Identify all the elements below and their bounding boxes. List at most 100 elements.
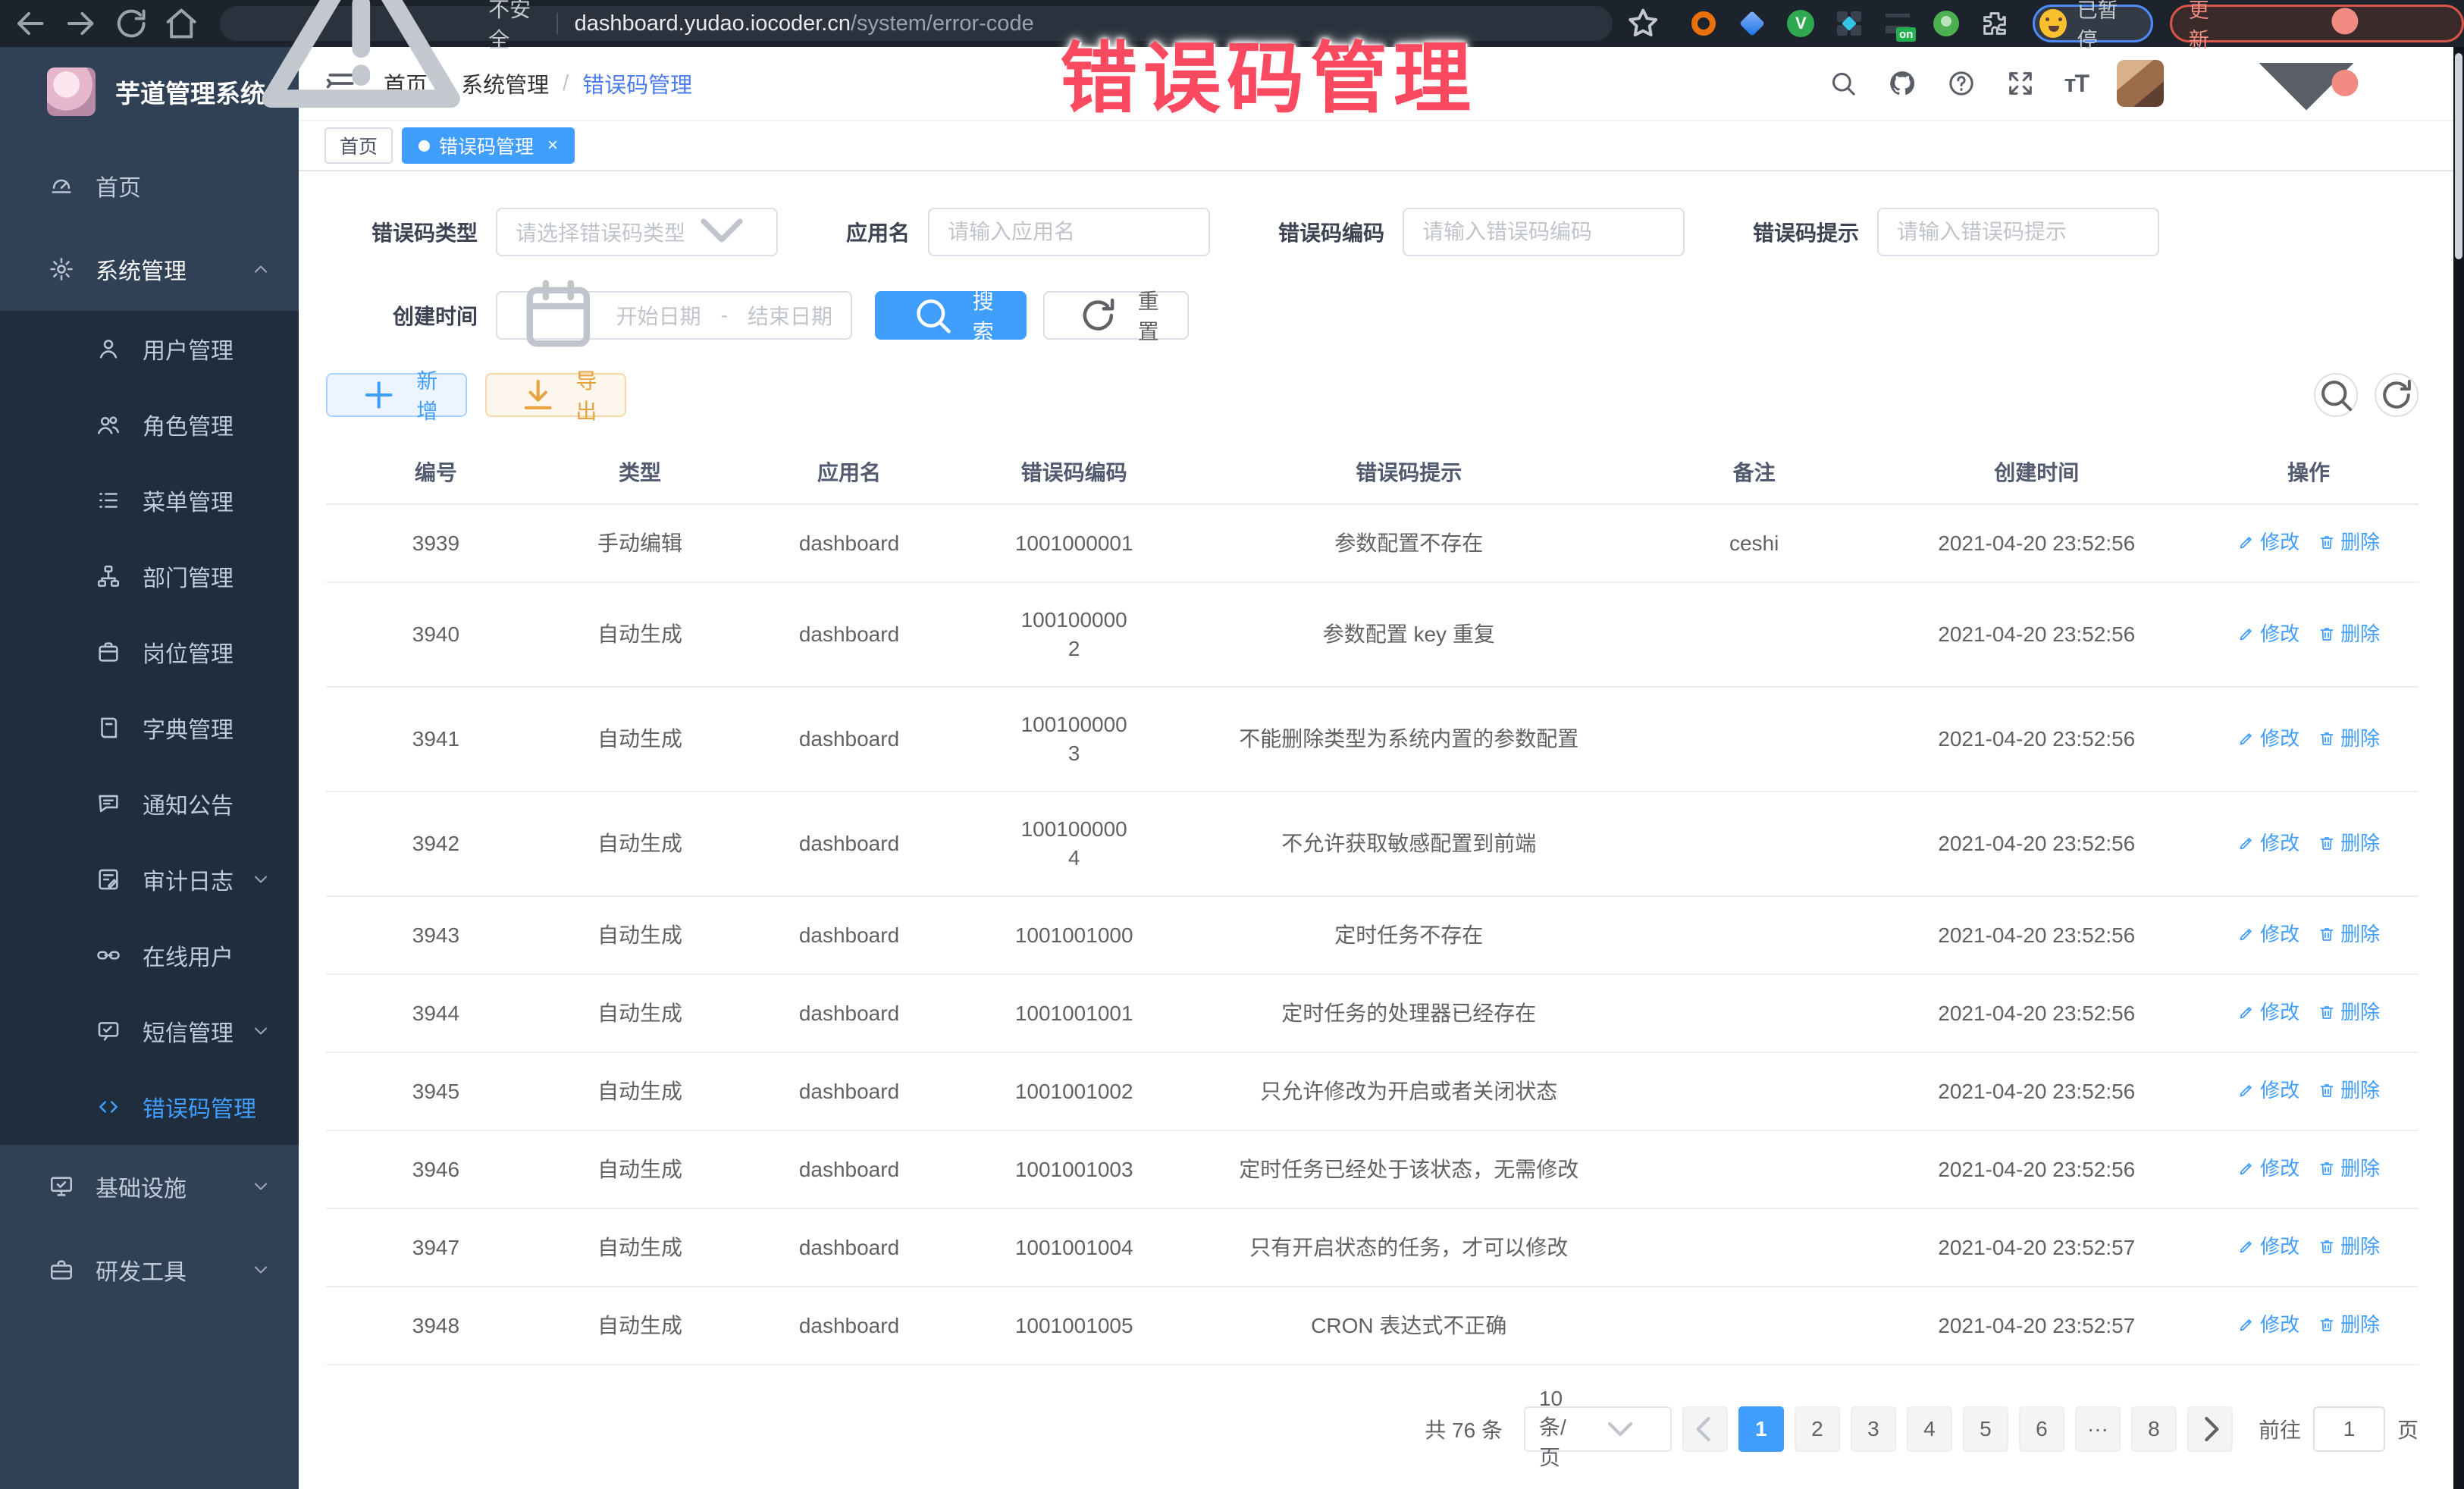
- browser-back-icon[interactable]: [11, 2, 50, 45]
- sidebar-item-sms[interactable]: 短信管理: [0, 993, 299, 1069]
- toggle-search-button[interactable]: [2314, 373, 2358, 417]
- edit-link[interactable]: 修改: [2237, 619, 2299, 648]
- delete-link[interactable]: 删除: [2318, 1310, 2380, 1339]
- browser-menu-icon[interactable]: [2239, 0, 2451, 132]
- extension-ring-icon[interactable]: [1688, 8, 1719, 39]
- page-button-3[interactable]: 3: [1851, 1406, 1896, 1452]
- page-button-8[interactable]: 8: [2131, 1406, 2177, 1452]
- sidebar-item-audit[interactable]: 审计日志: [0, 842, 299, 917]
- delete-link[interactable]: 删除: [2318, 619, 2380, 648]
- delete-link[interactable]: 删除: [2318, 528, 2380, 556]
- browser-forward-icon[interactable]: [61, 2, 100, 45]
- goto-page-input[interactable]: [2313, 1406, 2385, 1452]
- pagination-ellipsis[interactable]: ···: [2075, 1406, 2121, 1452]
- date-range-picker[interactable]: 开始日期 - 结束日期: [496, 291, 852, 340]
- error-type-select[interactable]: 请选择错误码类型: [496, 208, 778, 256]
- notice-icon: [96, 791, 121, 817]
- sidebar-item-post[interactable]: 岗位管理: [0, 614, 299, 690]
- cell-memo: [1634, 792, 1874, 896]
- extensions-puzzle-icon[interactable]: [1980, 8, 2010, 39]
- cell-time: 2021-04-20 23:52:57: [1874, 1287, 2199, 1365]
- cell-memo: [1634, 687, 1874, 792]
- help-icon[interactable]: [1946, 68, 1977, 99]
- page-button-4[interactable]: 4: [1907, 1406, 1952, 1452]
- reset-button[interactable]: 重置: [1043, 291, 1189, 340]
- sidebar-item-dashboard[interactable]: 首页: [0, 144, 299, 227]
- sidebar-item-dept[interactable]: 部门管理: [0, 538, 299, 614]
- table-row: 3941自动生成dashboard100100000 3不能删除类型为系统内置的…: [326, 687, 2419, 792]
- user-avatar[interactable]: [2117, 60, 2164, 107]
- edit-link[interactable]: 修改: [2237, 724, 2299, 753]
- column-header: 应用名: [734, 443, 964, 504]
- github-icon[interactable]: [1887, 68, 1917, 99]
- cell-id: 3940: [326, 582, 546, 687]
- page-button-1[interactable]: 1: [1738, 1406, 1784, 1452]
- export-button[interactable]: 导出: [485, 373, 626, 417]
- delete-link[interactable]: 删除: [2318, 1076, 2380, 1105]
- edit-link[interactable]: 修改: [2237, 829, 2299, 857]
- delete-link[interactable]: 删除: [2318, 1232, 2380, 1261]
- browser-profile-button[interactable]: 已暂停: [2033, 5, 2152, 42]
- edit-link[interactable]: 修改: [2237, 1154, 2299, 1183]
- sidebar-item-notice[interactable]: 通知公告: [0, 766, 299, 842]
- table-row: 3942自动生成dashboard100100000 4不允许获取敏感配置到前端…: [326, 792, 2419, 896]
- next-page-button[interactable]: [2187, 1406, 2233, 1452]
- sidebar-item-dict[interactable]: 字典管理: [0, 690, 299, 766]
- sidebar-item-menu[interactable]: 菜单管理: [0, 462, 299, 538]
- tab-close-icon[interactable]: ×: [547, 135, 558, 156]
- tag-view-bar: 首页 错误码管理 ×: [299, 121, 2453, 171]
- delete-link[interactable]: 删除: [2318, 920, 2380, 948]
- edit-link[interactable]: 修改: [2237, 1076, 2299, 1105]
- delete-link[interactable]: 删除: [2318, 1154, 2380, 1183]
- app-name-input[interactable]: [948, 220, 1190, 244]
- prev-page-button[interactable]: [1682, 1406, 1728, 1452]
- browser-reload-icon[interactable]: [111, 2, 151, 45]
- bookmark-star-icon[interactable]: [1623, 2, 1663, 45]
- scrollbar-thumb[interactable]: [2455, 53, 2462, 259]
- edit-link[interactable]: 修改: [2237, 1310, 2299, 1339]
- page-button-5[interactable]: 5: [1963, 1406, 2008, 1452]
- sidebar-item-code[interactable]: 错误码管理: [0, 1069, 299, 1145]
- browser-update-button[interactable]: 更新: [2170, 5, 2464, 42]
- fullscreen-icon[interactable]: [2005, 68, 2036, 99]
- table-row: 3947自动生成dashboard1001001004只有开启状态的任务，才可以…: [326, 1208, 2419, 1287]
- extension-grid-icon[interactable]: [1834, 8, 1864, 39]
- cell-time: 2021-04-20 23:52:57: [1874, 1208, 2199, 1287]
- cell-memo: [1634, 896, 1874, 974]
- search-button[interactable]: 搜索: [875, 291, 1027, 340]
- cell-code: 1001001001: [964, 974, 1184, 1052]
- header-search-icon[interactable]: [1828, 68, 1858, 99]
- delete-link[interactable]: 删除: [2318, 724, 2380, 753]
- error-code-table: 编号类型应用名错误码编码错误码提示备注创建时间操作 3939手动编辑dashbo…: [326, 443, 2419, 1365]
- error-hint-input[interactable]: [1897, 220, 2140, 244]
- extension-gem-icon[interactable]: [1737, 8, 1767, 39]
- cell-msg: 定时任务已经处于该状态，无需修改: [1184, 1130, 1634, 1208]
- sidebar-item-user[interactable]: 用户管理: [0, 311, 299, 387]
- sidebar-item-users[interactable]: 角色管理: [0, 387, 299, 462]
- cell-time: 2021-04-20 23:52:56: [1874, 687, 2199, 792]
- font-size-icon[interactable]: ᴛT: [2064, 70, 2088, 98]
- error-code-input[interactable]: [1422, 220, 1665, 244]
- edit-link[interactable]: 修改: [2237, 528, 2299, 556]
- extension-key-icon[interactable]: [1931, 8, 1961, 39]
- add-button[interactable]: 新增: [326, 373, 467, 417]
- sidebar-item-infra[interactable]: 基础设施: [0, 1145, 299, 1228]
- page-button-2[interactable]: 2: [1795, 1406, 1840, 1452]
- browser-home-icon[interactable]: [161, 2, 201, 45]
- extension-v-icon[interactable]: V: [1785, 8, 1816, 39]
- edit-link[interactable]: 修改: [2237, 998, 2299, 1027]
- page-size-select[interactable]: 10条/页: [1524, 1406, 1672, 1452]
- refresh-table-button[interactable]: [2375, 373, 2419, 417]
- edit-link[interactable]: 修改: [2237, 920, 2299, 948]
- delete-link[interactable]: 删除: [2318, 998, 2380, 1027]
- not-secure-badge[interactable]: 不安全: [241, 0, 540, 143]
- edit-link[interactable]: 修改: [2237, 1232, 2299, 1261]
- sidebar-item-online[interactable]: 在线用户: [0, 917, 299, 993]
- page-scrollbar[interactable]: [2453, 47, 2464, 1489]
- delete-link[interactable]: 删除: [2318, 829, 2380, 857]
- sidebar-item-gear[interactable]: 系统管理: [0, 227, 299, 311]
- sidebar-item-tool[interactable]: 研发工具: [0, 1228, 299, 1312]
- page-button-6[interactable]: 6: [2019, 1406, 2064, 1452]
- extension-on-icon[interactable]: on: [1882, 8, 1913, 39]
- sidebar-item-label: 系统管理: [96, 252, 250, 286]
